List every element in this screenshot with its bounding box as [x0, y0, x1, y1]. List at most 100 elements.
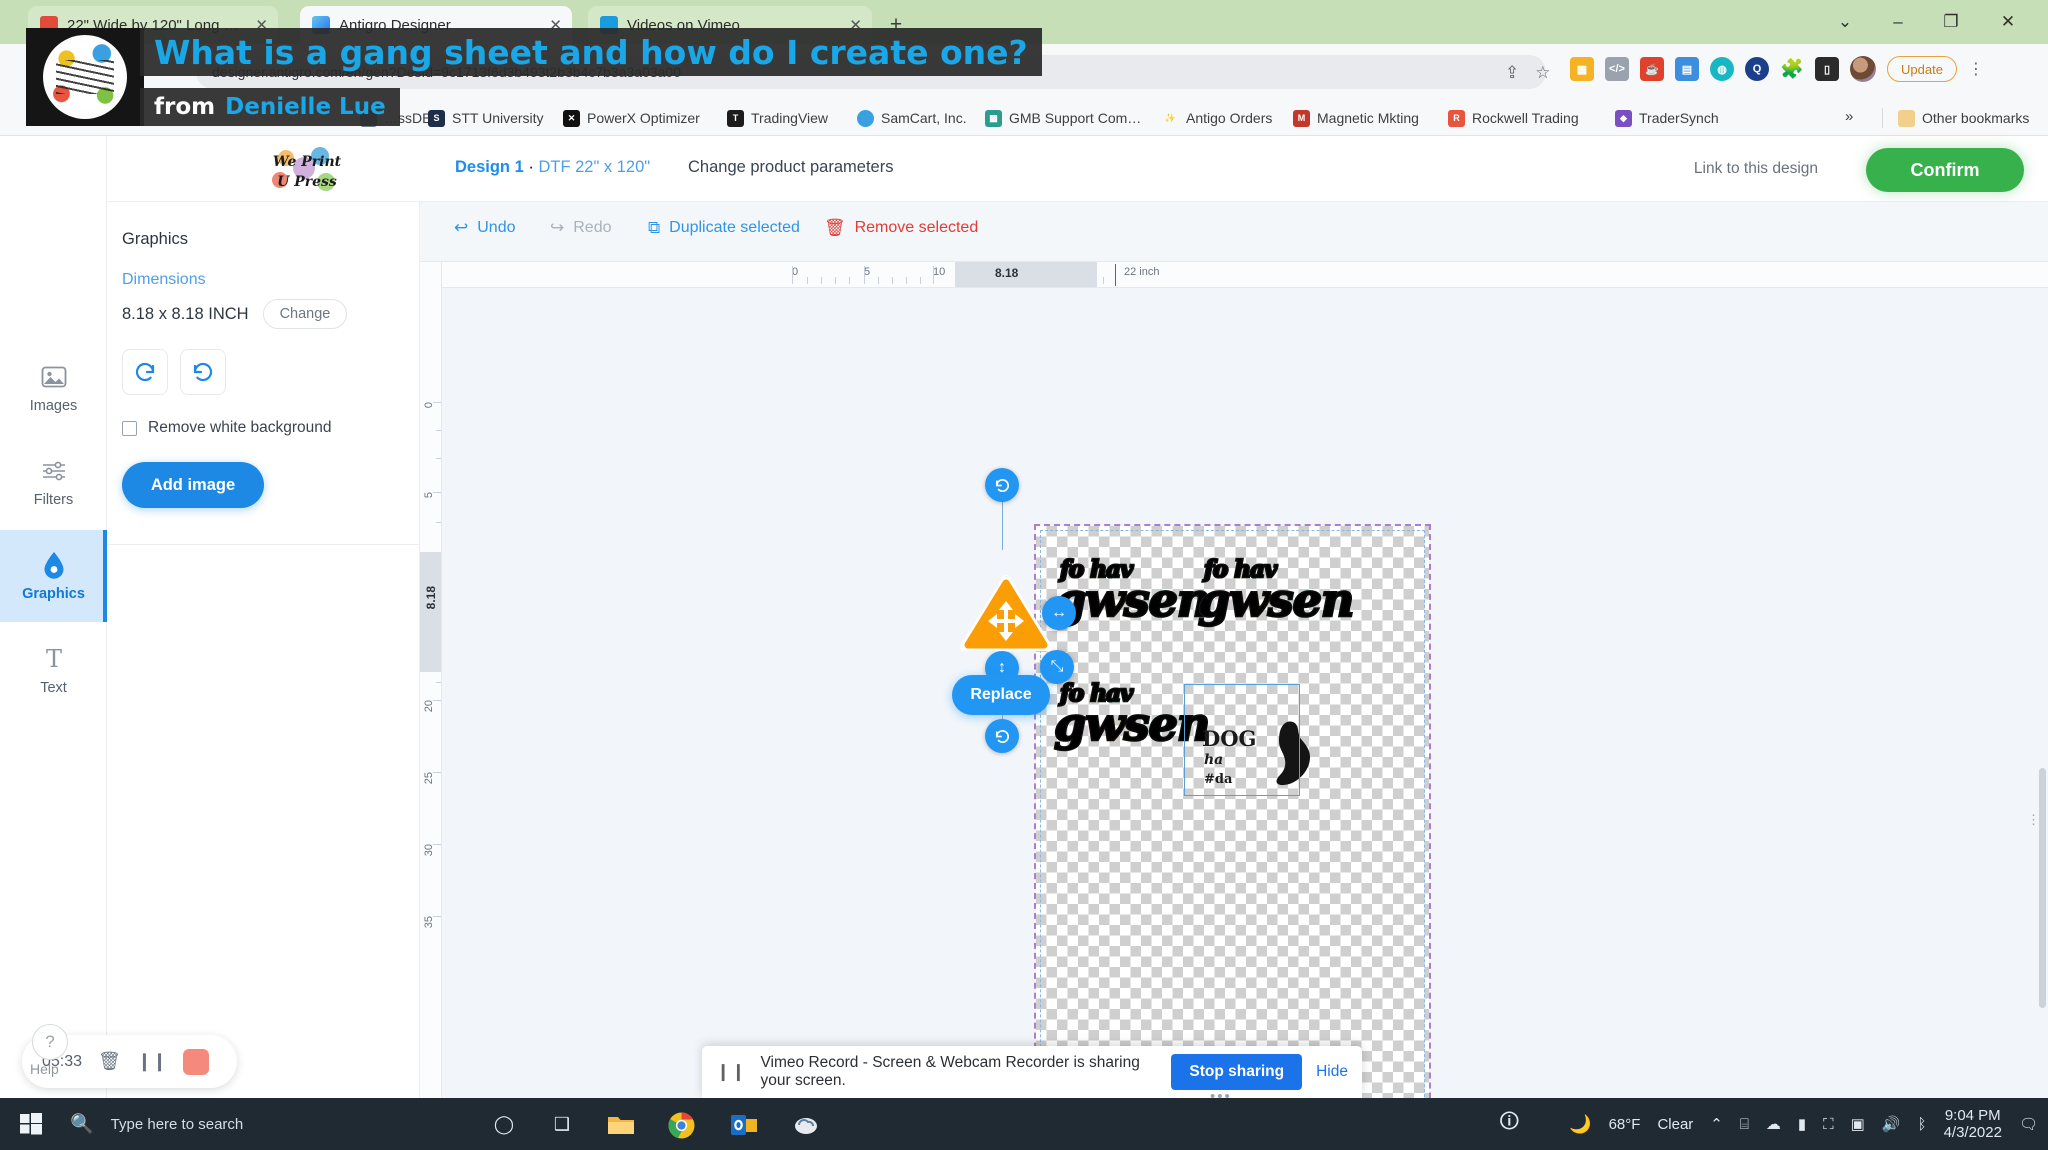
task-view-icon[interactable]: ❑	[542, 1106, 582, 1142]
undo-icon: ↩	[454, 218, 469, 237]
bookmark-item[interactable]: R Rockwell Trading	[1448, 106, 1579, 130]
overlay-title: What is a gang sheet and how do I create…	[140, 28, 1042, 76]
ruler-tick	[849, 277, 850, 284]
bookmark-item[interactable]: ✨ Antigo Orders	[1162, 106, 1272, 130]
minimize-button[interactable]: –	[1875, 6, 1921, 38]
share-icon[interactable]: ⇪	[1505, 63, 1519, 83]
redo-button[interactable]: ↪ Redo	[550, 218, 612, 238]
windows-taskbar: 🔍 Type here to search ◯ ❑ 🛈 🌙 68°F Clear…	[0, 1098, 2048, 1150]
rotate-bottom-handle[interactable]	[985, 719, 1019, 753]
ruler-tick	[433, 772, 441, 773]
help-fab-icon[interactable]: ?	[32, 1024, 68, 1060]
bookmark-item[interactable]: S STT University	[428, 106, 544, 130]
rotate-ccw-button[interactable]	[180, 349, 226, 395]
notification-icon[interactable]: 🗨	[2019, 1115, 2038, 1133]
extension-icon-6[interactable]: Q	[1745, 57, 1769, 81]
bookmark-item[interactable]: ◆ TraderSynch	[1615, 106, 1719, 130]
duplicate-selected-button[interactable]: ⧉ Duplicate selected	[648, 218, 800, 238]
bookmark-item[interactable]: ✕ PowerX Optimizer	[563, 106, 700, 130]
overlay-author: Denielle Lue	[225, 94, 386, 120]
extension-icon-4[interactable]: ▤	[1675, 57, 1699, 81]
screenshot-icon[interactable]: ⛶	[1823, 1116, 1834, 1133]
extension-icon-5[interactable]: ◍	[1710, 57, 1734, 81]
rotate-top-handle[interactable]	[985, 468, 1019, 502]
rotate-cw-button[interactable]	[122, 349, 168, 395]
start-button[interactable]	[8, 1106, 54, 1142]
ruler-selection-v	[420, 552, 441, 672]
bookmarks-overflow-icon[interactable]: »	[1845, 108, 1853, 125]
taskbar-clock[interactable]: 9:04 PM 4/3/2022	[1944, 1107, 2002, 1141]
usb-icon[interactable]: ⌸	[1740, 1116, 1749, 1133]
close-button[interactable]: ✕	[1985, 6, 2031, 38]
change-dimensions-button[interactable]: Change	[262, 299, 348, 329]
pause-icon: ❙❙	[716, 1062, 747, 1081]
update-button[interactable]: Update	[1887, 56, 1957, 82]
canvas-scrollbar[interactable]	[2039, 768, 2046, 1008]
bookmark-item[interactable]: SamCart, Inc.	[857, 106, 967, 130]
text-t-icon: T	[40, 645, 68, 673]
onedrive-icon[interactable]: ☁	[1766, 1115, 1781, 1133]
extensions-puzzle-icon[interactable]: 🧩	[1780, 57, 1804, 81]
antigro-designer-app: We Print U Press Design 1 · DTF 22" x 12…	[0, 136, 2048, 1144]
tab-search-chevron-icon[interactable]: ⌄	[1822, 6, 1868, 38]
chevron-up-icon[interactable]: ⌃	[1710, 1115, 1723, 1133]
change-product-parameters-link[interactable]: Change product parameters	[688, 158, 893, 177]
design-title: Design 1 · DTF 22" x 120"	[455, 158, 650, 177]
trash-icon[interactable]: 🗑	[98, 1051, 121, 1072]
dimensions-label: Dimensions	[122, 271, 206, 288]
bookmark-item[interactable]: T TradingView	[727, 106, 828, 130]
chrome-menu-icon[interactable]: ⋮	[1968, 59, 1984, 79]
outlook-icon[interactable]	[718, 1104, 770, 1146]
bookmark-label: Rockwell Trading	[1472, 110, 1579, 126]
maximize-button[interactable]: ❐	[1928, 6, 1974, 38]
pause-icon[interactable]: ❙❙	[137, 1051, 167, 1072]
artwork-sticker[interactable]: gwsen	[1197, 575, 1356, 624]
rail-item-text[interactable]: T Text	[0, 624, 107, 716]
chrome-icon[interactable]	[655, 1104, 707, 1146]
link-to-design-button[interactable]: Link to this design	[1694, 160, 1818, 178]
design-sheet[interactable]: fo hav gwsen fo hav gwsen fo hav gwsen D…	[1034, 524, 1431, 1098]
bookmark-favicon: S	[428, 109, 445, 127]
profile-avatar[interactable]	[1850, 56, 1876, 82]
file-explorer-icon[interactable]	[595, 1104, 647, 1146]
bluetooth-icon[interactable]: ᛒ	[1918, 1116, 1927, 1133]
artwork-sticker[interactable]: gwsen	[1053, 575, 1212, 624]
move-handle[interactable]	[960, 573, 1052, 653]
replace-button[interactable]: Replace	[952, 675, 1050, 715]
remove-white-background-checkbox[interactable]	[122, 420, 137, 436]
remove-selected-button[interactable]: 🗑 Remove selected	[824, 218, 978, 238]
display-icon[interactable]: ▣	[1851, 1115, 1865, 1133]
volume-icon[interactable]: 🔊	[1882, 1115, 1901, 1133]
cloud-app-icon[interactable]	[780, 1104, 832, 1146]
rail-item-filters[interactable]: Filters	[0, 436, 107, 528]
resize-diagonal-handle[interactable]: ⤡	[1040, 650, 1074, 684]
confirm-button[interactable]: Confirm	[1866, 148, 2024, 192]
extension-icon-3[interactable]: ☕	[1640, 57, 1664, 81]
app-logo-bar: We Print U Press	[107, 136, 420, 202]
stop-sharing-button[interactable]: Stop sharing	[1171, 1054, 1303, 1090]
design-separator: ·	[528, 158, 534, 176]
bookmark-item[interactable]: ▩ GMB Support Com…	[985, 106, 1141, 130]
hide-sharing-bar-button[interactable]: Hide	[1316, 1063, 1348, 1081]
support-icon[interactable]: 🛈	[1499, 1107, 1519, 1141]
bookmark-label: STT University	[452, 110, 544, 126]
stop-recording-button[interactable]	[183, 1048, 210, 1075]
artwork-dog-graphic[interactable]: DOG ha #da	[1184, 684, 1312, 802]
rail-item-graphics[interactable]: Graphics	[0, 530, 107, 622]
extension-icon-2[interactable]: </>	[1605, 57, 1629, 81]
rail-item-images[interactable]: Images	[0, 342, 107, 434]
add-image-button[interactable]: Add image	[122, 462, 264, 508]
design-canvas[interactable]: fo hav gwsen fo hav gwsen fo hav gwsen D…	[442, 288, 2048, 1098]
extension-icon-1[interactable]: ▦	[1570, 57, 1594, 81]
taskbar-search[interactable]: 🔍 Type here to search	[70, 1098, 470, 1150]
side-panel-icon[interactable]: ▯	[1815, 57, 1839, 81]
bookmark-item[interactable]: M Magnetic Mkting	[1293, 106, 1419, 130]
undo-button[interactable]: ↩ Undo	[454, 218, 516, 238]
cortana-circle-icon[interactable]: ◯	[484, 1106, 524, 1142]
other-bookmarks-folder[interactable]: Other bookmarks	[1898, 106, 2029, 130]
battery-icon[interactable]: ▮	[1798, 1115, 1806, 1133]
canvas-grip-dots[interactable]: ⋮	[2027, 813, 2040, 826]
remove-white-background-row[interactable]: Remove white background	[122, 419, 420, 437]
star-icon[interactable]: ☆	[1535, 63, 1550, 83]
ruler-tick	[892, 277, 893, 284]
